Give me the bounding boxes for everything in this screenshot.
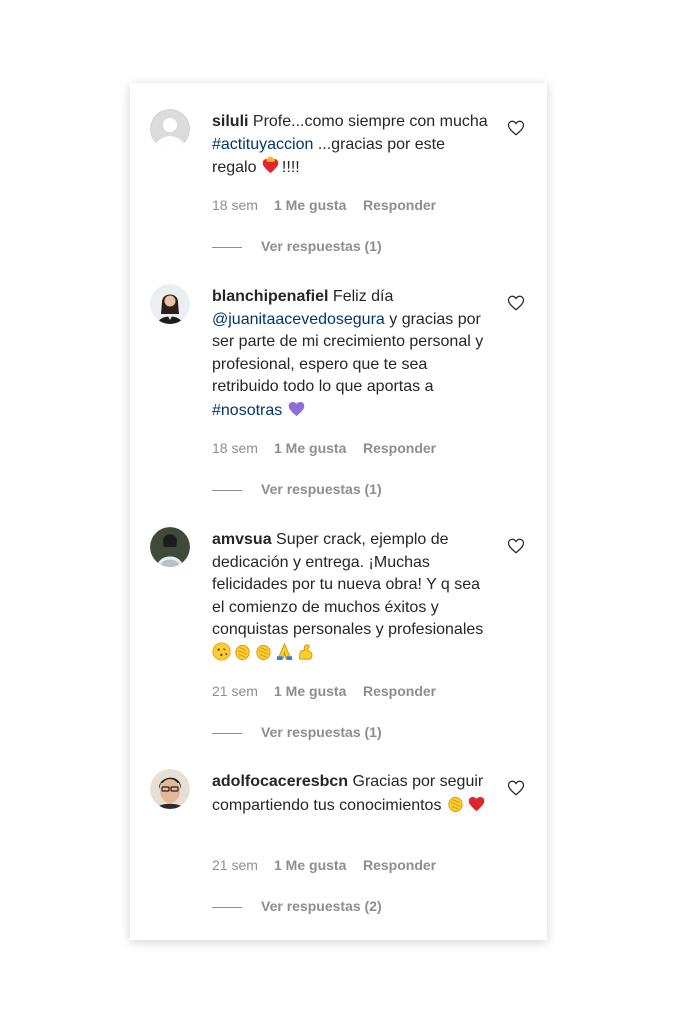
likes-count[interactable]: 1 Me gusta	[274, 197, 363, 213]
heart-on-fire-emoji-icon	[262, 156, 279, 174]
comment-meta: 18 sem 1 Me gusta Responder	[212, 197, 436, 213]
username[interactable]: siluli	[212, 113, 248, 130]
red-heart-emoji-icon	[468, 796, 485, 811]
mention-link[interactable]: @juanitaacevedosegura	[212, 311, 385, 328]
divider-line	[212, 906, 242, 908]
heart-outline-icon[interactable]	[507, 537, 525, 555]
comment-time[interactable]: 18 sem	[212, 197, 274, 213]
folded-hands-emoji-icon	[276, 642, 293, 660]
comment-text: adolfocaceresbcn Gracias por seguir comp…	[212, 771, 492, 817]
clapping-hands-emoji-icon	[448, 796, 463, 812]
comment-time[interactable]: 21 sem	[212, 683, 274, 699]
avatar-default-icon[interactable]	[150, 109, 190, 149]
reply-button[interactable]: Responder	[363, 683, 436, 699]
divider-line	[212, 246, 242, 248]
reply-button[interactable]: Responder	[363, 440, 436, 456]
username[interactable]: blanchipenafiel	[212, 288, 328, 305]
avatar[interactable]	[150, 527, 190, 567]
divider-line	[212, 489, 242, 491]
purple-heart-emoji-icon	[288, 401, 305, 416]
view-replies-button[interactable]: Ver respuestas (1)	[212, 481, 382, 497]
heart-outline-icon[interactable]	[507, 779, 525, 797]
flexed-biceps-emoji-icon	[299, 643, 313, 660]
reply-button[interactable]: Responder	[363, 197, 436, 213]
reply-button[interactable]: Responder	[363, 857, 436, 873]
clapping-hands-emoji-icon	[256, 644, 271, 660]
likes-count[interactable]: 1 Me gusta	[274, 440, 363, 456]
avatar[interactable]	[150, 284, 190, 324]
comment-time[interactable]: 18 sem	[212, 440, 274, 456]
comments-panel: siluli Profe...como siempre con mucha #a…	[130, 83, 547, 940]
heart-outline-icon[interactable]	[507, 119, 525, 137]
divider-line	[212, 732, 242, 734]
username[interactable]: amvsua	[212, 531, 272, 548]
heart-outline-icon[interactable]	[507, 294, 525, 312]
comment-meta: 21 sem 1 Me gusta Responder	[212, 857, 436, 873]
avatar[interactable]	[150, 769, 190, 809]
kissing-face-emoji-icon	[212, 641, 231, 661]
clapping-hands-emoji-icon	[235, 644, 250, 660]
hashtag-link[interactable]: #nosotras	[212, 402, 282, 419]
likes-count[interactable]: 1 Me gusta	[274, 683, 363, 699]
view-replies-button[interactable]: Ver respuestas (2)	[212, 898, 382, 914]
view-replies-button[interactable]: Ver respuestas (1)	[212, 724, 382, 740]
comment-time[interactable]: 21 sem	[212, 857, 274, 873]
view-replies-button[interactable]: Ver respuestas (1)	[212, 238, 382, 254]
comment-text: amvsua Super crack, ejemplo de dedicació…	[212, 529, 492, 665]
username[interactable]: adolfocaceresbcn	[212, 773, 348, 790]
comment-text: siluli Profe...como siempre con mucha #a…	[212, 113, 488, 176]
hashtag-link[interactable]: #actituyaccion	[212, 136, 313, 153]
likes-count[interactable]: 1 Me gusta	[274, 857, 363, 873]
comment-meta: 21 sem 1 Me gusta Responder	[212, 683, 436, 699]
comment-meta: 18 sem 1 Me gusta Responder	[212, 440, 436, 456]
comment-text: blanchipenafiel Feliz día @juanitaaceved…	[212, 288, 484, 419]
